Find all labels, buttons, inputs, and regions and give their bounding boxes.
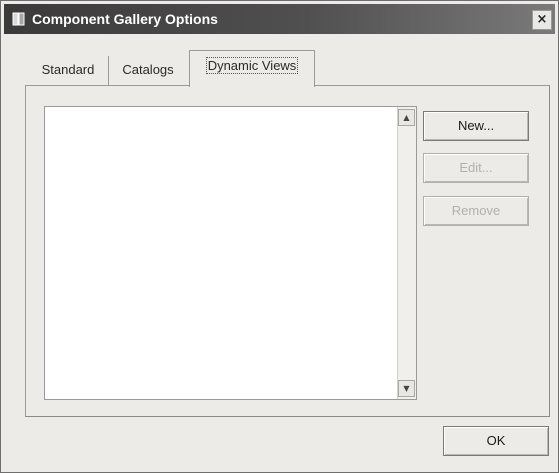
dynamic-views-list[interactable]: ▲ ▼ <box>44 106 417 400</box>
edit-button[interactable]: Edit... <box>423 153 529 183</box>
component-gallery-options-dialog: Component Gallery Options × Standard Cat… <box>0 0 559 473</box>
remove-button[interactable]: Remove <box>423 196 529 226</box>
scroll-up-button[interactable]: ▲ <box>398 109 415 126</box>
app-icon <box>12 12 26 26</box>
close-button[interactable]: × <box>532 10 552 30</box>
tab-standard[interactable]: Standard <box>31 56 105 86</box>
new-button[interactable]: New... <box>423 111 529 141</box>
arrow-up-icon: ▲ <box>403 113 410 122</box>
tab-dynamic-views-label: Dynamic Views <box>205 57 299 74</box>
tab-dynamic-views[interactable]: Dynamic Views <box>189 50 315 87</box>
tab-standard-label: Standard <box>41 62 95 77</box>
list-scrollbar[interactable]: ▲ ▼ <box>397 107 416 399</box>
ok-button[interactable]: OK <box>443 426 549 456</box>
scroll-down-button[interactable]: ▼ <box>398 380 415 397</box>
close-icon: × <box>536 12 548 27</box>
tab-catalogs[interactable]: Catalogs <box>108 56 187 86</box>
window-title: Component Gallery Options <box>32 11 218 27</box>
arrow-down-icon: ▼ <box>403 384 410 393</box>
title-bar[interactable]: Component Gallery Options × <box>4 4 555 34</box>
tab-catalogs-label: Catalogs <box>122 62 174 77</box>
